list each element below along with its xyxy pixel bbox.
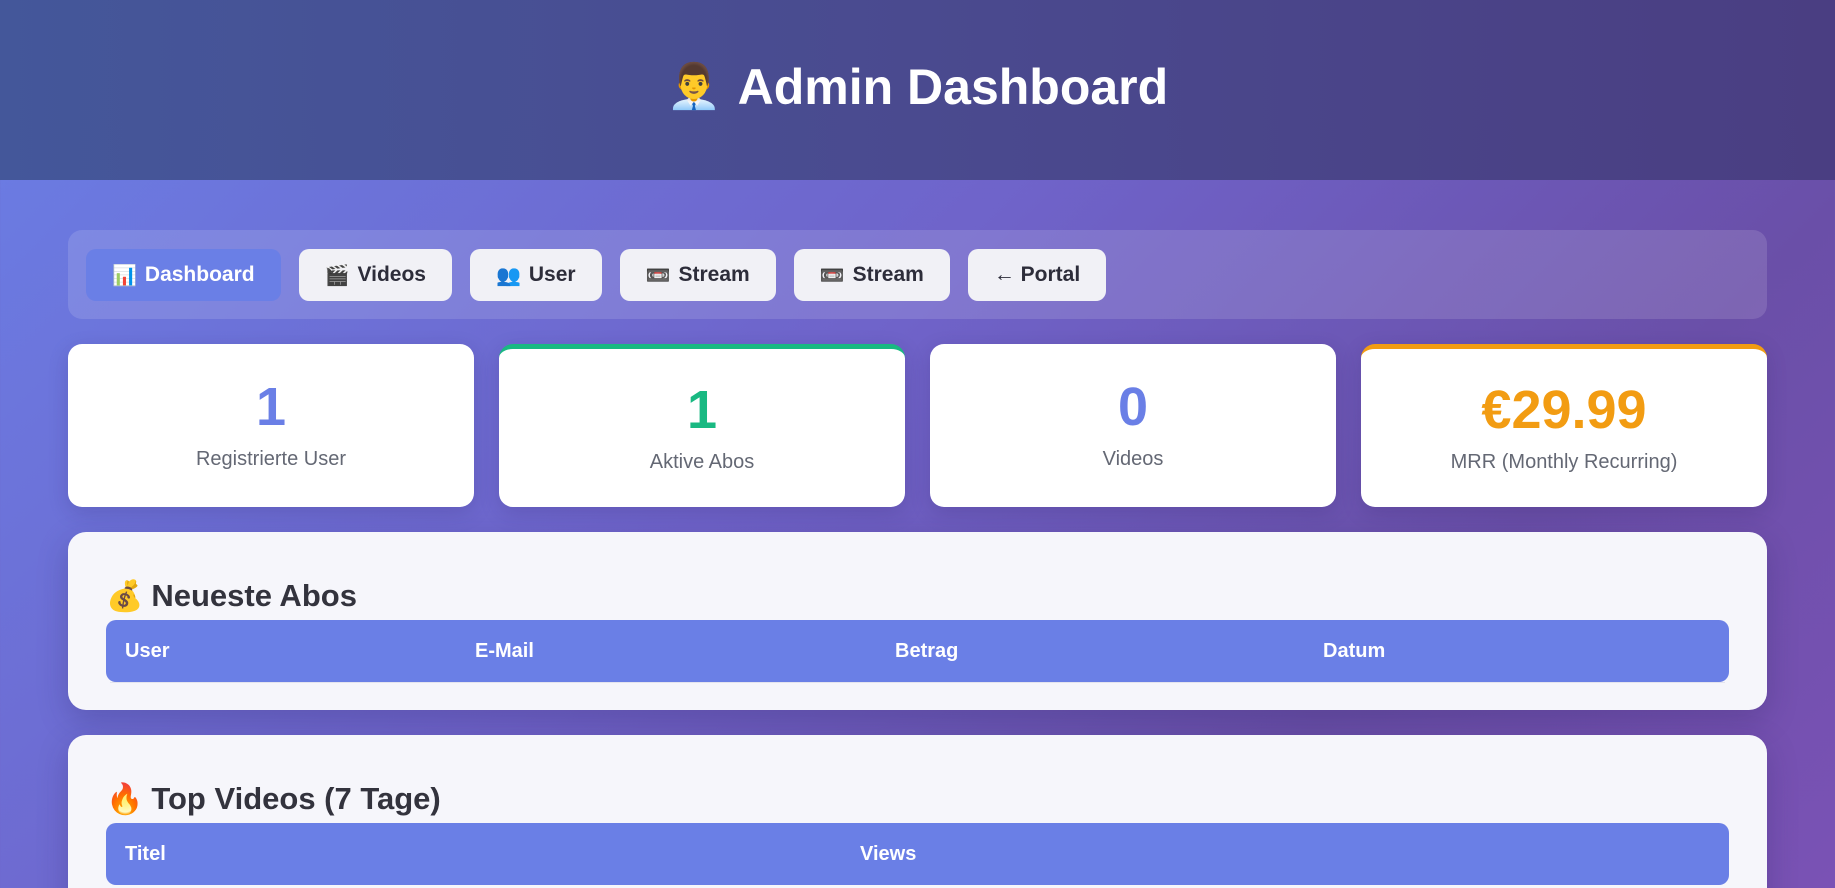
stat-value: 1 [255, 377, 287, 437]
stat-value: 0 [1117, 377, 1149, 437]
column-header-title: Titel [125, 842, 166, 865]
stat-card-videos: 0 Videos [930, 344, 1336, 507]
stat-card-registered-users: 1 Registrierte User [68, 344, 474, 507]
column-header-email: E-Mail [475, 639, 534, 662]
stat-card-mrr: €29.99 MRR (Monthly Recurring) [1361, 344, 1767, 507]
column-header-amount: Betrag [895, 639, 959, 662]
videocassette-icon: 📼 [819, 262, 845, 287]
subscriptions-panel: 💰 Neueste Abos User E-Mail Betrag Datum [68, 532, 1767, 710]
top-videos-title-text: Top Videos (7 Tage) [151, 781, 441, 816]
column-header-views: Views [860, 842, 917, 865]
fire-icon: 🔥 [106, 781, 144, 817]
page-header: 👨‍💼 Admin Dashboard [0, 0, 1835, 180]
top-videos-table-header: Titel Views [106, 823, 1729, 885]
nav-videos-button[interactable]: 🎬 Videos [298, 248, 452, 301]
stat-label: Videos [1102, 448, 1164, 470]
stat-value: 1 [686, 379, 718, 440]
bar-chart-icon: 📊 [112, 262, 137, 287]
money-bag-icon: 💰 [106, 578, 144, 614]
table-divider [110, 682, 1725, 683]
nav-stream-label-2: Stream [852, 262, 924, 286]
nav-stream-button-2[interactable]: 📼 Stream [793, 248, 950, 301]
column-header-user: User [125, 639, 170, 662]
stat-card-active-subscriptions: 1 Aktive Abos [499, 344, 905, 507]
stat-label: Registrierte User [195, 448, 347, 470]
nav-user-button[interactable]: 👥 User [469, 248, 602, 301]
nav-stream-label-1: Stream [678, 262, 750, 286]
nav-stream-button-1[interactable]: 📼 Stream [619, 248, 776, 301]
nav-portal-button[interactable]: ← Portal [967, 248, 1107, 301]
page-title: 👨‍💼 Admin Dashboard [667, 58, 1168, 116]
column-header-date: Datum [1323, 639, 1386, 662]
page-title-text: Admin Dashboard [737, 59, 1169, 115]
clapperboard-icon: 🎬 [324, 262, 350, 287]
nav-portal-label: ← Portal [993, 262, 1081, 286]
stat-label: Aktive Abos [649, 450, 755, 473]
users-icon: 👥 [495, 262, 521, 287]
nav-user-label: User [528, 262, 576, 286]
subscriptions-table-header: User E-Mail Betrag Datum [106, 620, 1729, 682]
stats-row: 1 Registrierte User 1 Aktive Abos 0 Vide… [68, 344, 1767, 507]
top-videos-panel: 🔥 Top Videos (7 Tage) Titel Views [68, 735, 1767, 888]
nav-bar: 📊 Dashboard 🎬 Videos 👥 User 📼 Stream 📼 S… [68, 230, 1767, 319]
admin-person-icon: 👨‍💼 [666, 61, 722, 112]
stat-label: MRR (Monthly Recurring) [1450, 450, 1678, 473]
stat-value: €29.99 [1481, 379, 1647, 440]
videocassette-icon: 📼 [645, 262, 671, 287]
nav-videos-label: Videos [357, 262, 426, 286]
subscriptions-title: 💰 Neueste Abos [106, 572, 1729, 620]
nav-dashboard-button[interactable]: 📊 Dashboard [86, 248, 281, 301]
subscriptions-title-text: Neueste Abos [151, 578, 357, 613]
top-videos-title: 🔥 Top Videos (7 Tage) [106, 775, 1729, 823]
nav-dashboard-label: Dashboard [144, 262, 255, 286]
